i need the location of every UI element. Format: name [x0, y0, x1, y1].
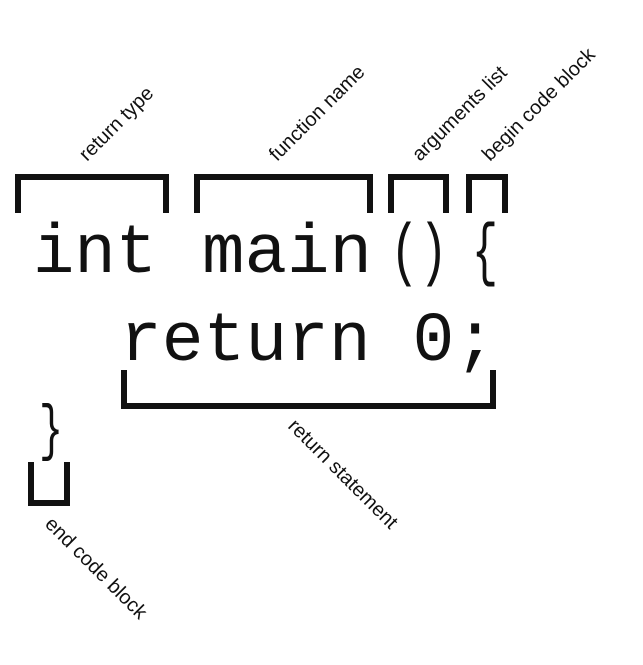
begin-code-block-bracket — [466, 174, 508, 213]
label-begin-code-block: begin code block — [478, 43, 600, 165]
label-return-type: return type — [75, 82, 158, 165]
code-return-statement: return 0; — [120, 303, 496, 382]
label-end-code-block: end code block — [40, 513, 151, 624]
c-function-anatomy-diagram: int main () { return 0; } return type fu… — [15, 43, 600, 624]
label-function-name: function name — [265, 61, 369, 165]
code-open-brace: { — [472, 215, 498, 294]
arguments-list-bracket — [388, 174, 449, 213]
label-return-statement: return statement — [283, 415, 402, 534]
code-close-brace: } — [39, 396, 63, 467]
return-type-bracket — [15, 174, 169, 213]
code-arguments: () — [390, 215, 448, 294]
code-function-name: main — [202, 215, 372, 294]
code-return-type: int — [33, 215, 157, 294]
end-code-block-bracket — [28, 462, 70, 506]
function-name-bracket — [194, 174, 373, 213]
